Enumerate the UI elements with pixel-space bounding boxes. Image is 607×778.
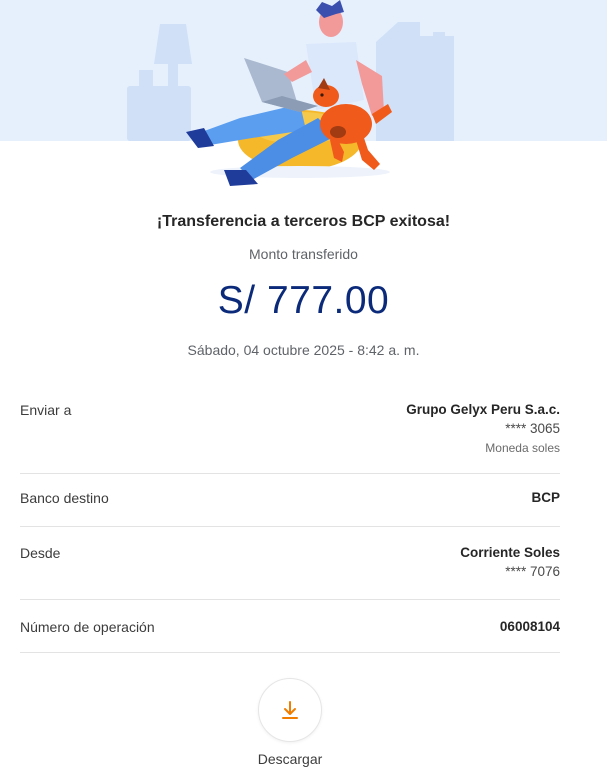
source-label: Desde [20, 545, 61, 561]
success-illustration [0, 0, 607, 186]
operation-row: Número de operación 06008104 [20, 600, 560, 653]
download-icon [282, 701, 298, 719]
transfer-details: Enviar a Grupo Gelyx Peru S.a.c. **** 30… [20, 388, 560, 653]
operation-label: Número de operación [20, 619, 155, 635]
recipient-account: **** 3065 [505, 421, 560, 436]
download-label[interactable]: Descargar [0, 751, 580, 767]
transfer-success-title: ¡Transferencia a terceros BCP exitosa! [156, 213, 451, 230]
source-account: **** 7076 [505, 564, 560, 579]
bank-label: Banco destino [20, 490, 109, 506]
bank-value: BCP [531, 490, 560, 505]
operation-value-wrap: 06008104 [500, 619, 560, 634]
download-button[interactable] [258, 678, 322, 742]
transfer-amount: S/ 777.00 [217, 279, 390, 322]
recipient-row: Enviar a Grupo Gelyx Peru S.a.c. **** 30… [20, 388, 560, 474]
bank-row: Banco destino BCP [20, 474, 560, 527]
recipient-value: Grupo Gelyx Peru S.a.c. **** 3065 Moneda… [406, 402, 560, 455]
recipient-name: Grupo Gelyx Peru S.a.c. [406, 402, 560, 417]
transfer-receipt: ¡Transferencia a terceros BCP exitosa! M… [0, 0, 607, 778]
source-account-type: Corriente Soles [460, 545, 560, 560]
recipient-currency: Moneda soles [485, 441, 560, 455]
hero-illustration [0, 0, 607, 195]
operation-number: 06008104 [499, 619, 560, 634]
transfer-date: Sábado, 04 octubre 2025 - 8:42 a. m. [187, 342, 420, 358]
source-row: Desde Corriente Soles **** 7076 [20, 527, 560, 600]
amount-caption: Monto transferido [249, 246, 358, 262]
bank-value-wrap: BCP [531, 490, 560, 505]
recipient-label: Enviar a [20, 402, 72, 418]
source-value: Corriente Soles **** 7076 [460, 545, 560, 579]
